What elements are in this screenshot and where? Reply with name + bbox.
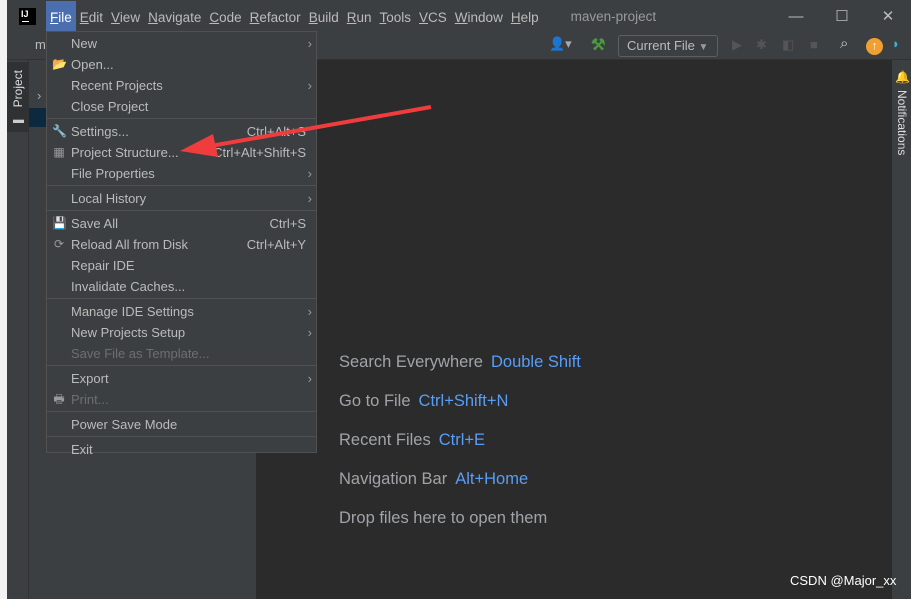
- watermark: CSDN @Major_xx: [790, 573, 897, 588]
- arrow-shaft: [204, 105, 432, 149]
- annotation-arrow: [180, 105, 432, 157]
- arrow-head: [180, 134, 218, 157]
